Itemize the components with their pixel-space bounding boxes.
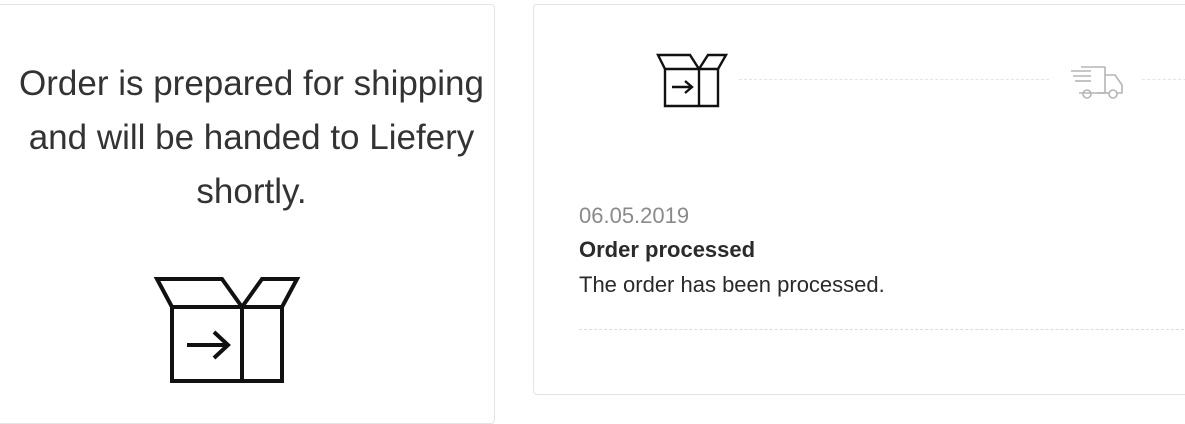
event-date: 06.05.2019 [579, 203, 690, 228]
step-connector [1142, 79, 1185, 80]
tracking-card: 06.05.2019 Order processed The order has… [533, 4, 1185, 395]
status-message: Order is prepared for shipping and will … [19, 64, 484, 211]
event-description: The order has been processed. [579, 272, 885, 297]
event-divider [579, 329, 1185, 330]
package-out-icon [153, 277, 301, 383]
delivery-truck-icon [1071, 66, 1123, 99]
status-card: Order is prepared for shipping and will … [0, 4, 495, 424]
step-connector [739, 79, 1049, 80]
package-out-icon [656, 53, 728, 108]
event-title: Order processed [579, 237, 756, 262]
